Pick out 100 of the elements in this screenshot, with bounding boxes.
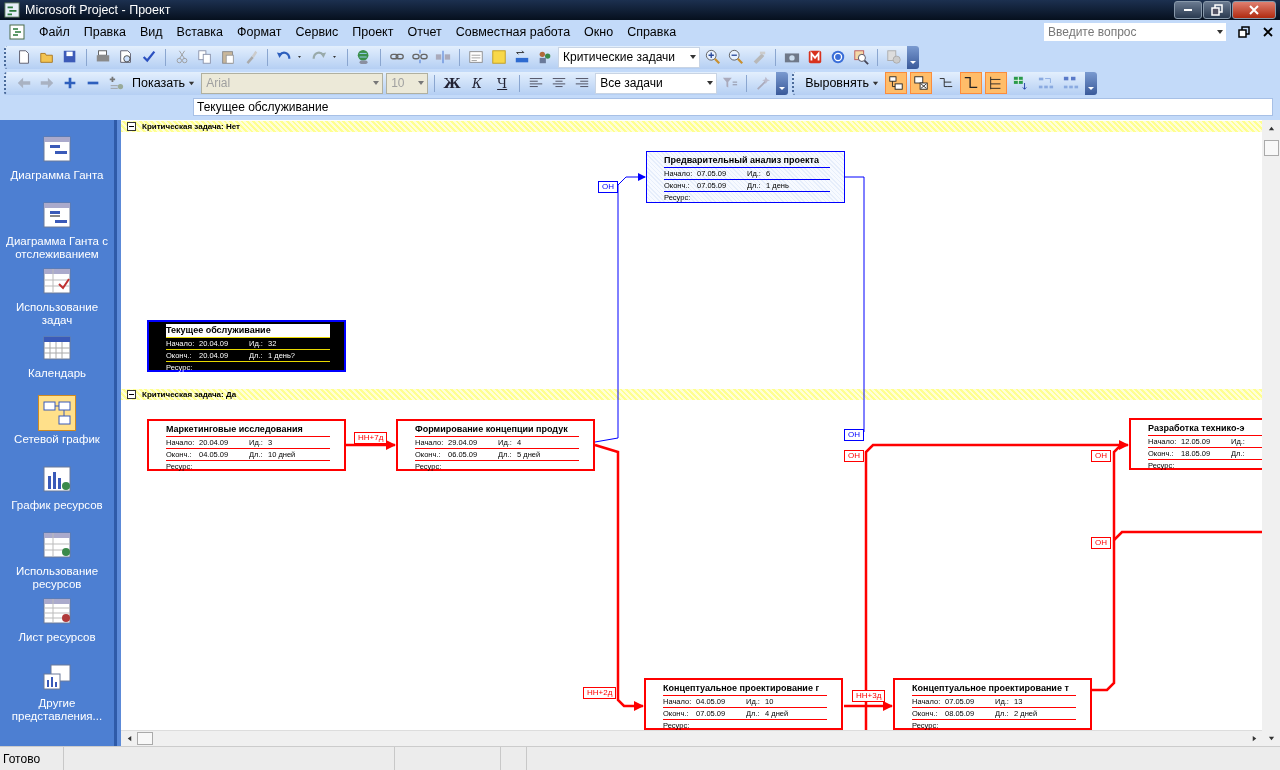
- tracking-gantt-icon: [41, 200, 73, 230]
- layout-toggle-button[interactable]: [959, 72, 982, 94]
- document-icon[interactable]: [8, 23, 26, 41]
- window-title: Microsoft Project - Проект: [25, 3, 171, 17]
- people-icon[interactable]: [537, 49, 553, 65]
- help-search-field[interactable]: Введите вопрос: [1044, 23, 1214, 41]
- task-usage-icon: [41, 266, 73, 296]
- view-bar-item[interactable]: Диаграмма Ганта: [0, 130, 114, 196]
- close-button[interactable]: [1232, 1, 1276, 19]
- toolbar-options-icon[interactable]: [776, 71, 789, 95]
- minimize-button[interactable]: [1174, 1, 1202, 19]
- link-label: ОН: [1091, 450, 1111, 462]
- copy-icon[interactable]: [197, 49, 213, 65]
- toolbar-options-icon[interactable]: [907, 45, 919, 69]
- layout-toggle-button[interactable]: [884, 72, 907, 94]
- menu-item[interactable]: Отчет: [400, 25, 449, 39]
- menu-item[interactable]: Вставка: [169, 25, 231, 39]
- zoom-in-icon[interactable]: [705, 49, 721, 65]
- menu-item[interactable]: Формат: [230, 25, 289, 39]
- box-layout-icon: [887, 75, 904, 91]
- menu-item[interactable]: Вид: [132, 25, 170, 39]
- layout-toggle-button[interactable]: [909, 72, 932, 94]
- scroll-up-icon[interactable]: [1267, 124, 1275, 132]
- link-label: НН+3д: [852, 690, 886, 702]
- view-bar-item[interactable]: Другие представления...: [0, 658, 114, 724]
- link-label: ОН: [1091, 537, 1111, 549]
- scroll-thumb[interactable]: [1263, 140, 1279, 156]
- dropdown-arrow-icon: [416, 79, 425, 87]
- link-label: ОН: [598, 181, 618, 193]
- view-filter-dropdown[interactable]: Критические задачи: [558, 46, 700, 68]
- resource-sheet-icon: [41, 596, 73, 626]
- resource-usage-icon: [41, 530, 73, 560]
- link-line: [346, 440, 396, 450]
- print-preview-icon[interactable]: [118, 49, 134, 65]
- scroll-left-icon[interactable]: [125, 735, 133, 742]
- view-bar-item[interactable]: Использование ресурсов: [0, 526, 114, 592]
- dropdown-arrow-icon[interactable]: [1216, 28, 1224, 36]
- app-icon: [4, 2, 20, 18]
- view-bar-item[interactable]: Лист ресурсов: [0, 592, 114, 658]
- close-icon[interactable]: [1262, 26, 1274, 38]
- link-label: ОН: [844, 429, 864, 441]
- scroll-right-icon[interactable]: [1250, 735, 1258, 742]
- layout-toggle-button[interactable]: [984, 72, 1007, 94]
- menu-item[interactable]: Совместная работа: [448, 25, 578, 39]
- status-text: Готово: [2, 751, 42, 766]
- help-icon[interactable]: [830, 49, 846, 65]
- task-filter-dropdown[interactable]: Все задачи: [595, 72, 718, 94]
- bold-button[interactable]: Ж: [441, 75, 464, 91]
- italic-button[interactable]: К: [466, 75, 489, 91]
- view-bar-item[interactable]: График ресурсов: [0, 460, 114, 526]
- unlink-icon[interactable]: [412, 49, 428, 65]
- paste-icon[interactable]: [220, 49, 236, 65]
- menu-item[interactable]: Проект: [345, 25, 401, 39]
- show-button[interactable]: Показать: [129, 76, 199, 90]
- gantt-chart-icon: [41, 134, 73, 164]
- table-icon: [1012, 75, 1029, 91]
- dropdown-arrow-icon: [371, 79, 380, 87]
- task-name: Концептуальное проектирование т: [912, 682, 1076, 696]
- scroll-thumb[interactable]: [137, 732, 153, 745]
- plus-icon[interactable]: [62, 75, 78, 91]
- new-document-icon[interactable]: [16, 49, 32, 65]
- menu-item[interactable]: Правка: [76, 25, 133, 39]
- view-bar-item[interactable]: Использование задач: [0, 262, 114, 328]
- zoom-out-icon[interactable]: [728, 49, 744, 65]
- views-icon: [41, 662, 73, 692]
- view-bar-item[interactable]: Календарь: [0, 328, 114, 394]
- spelling-icon[interactable]: [141, 49, 157, 65]
- m-logo-icon[interactable]: [807, 49, 823, 65]
- entry-field[interactable]: Текущее обслуживание: [193, 98, 1273, 116]
- view-bar-item[interactable]: Сетевой график: [0, 394, 114, 460]
- scroll-down-icon[interactable]: [1267, 734, 1275, 742]
- toolbar-options-icon[interactable]: [1084, 71, 1097, 95]
- save-icon[interactable]: [62, 49, 78, 65]
- menu-item[interactable]: Справка: [620, 25, 684, 39]
- task-name: Предварительный анализ проекта: [664, 154, 830, 168]
- caret-icon: [188, 79, 196, 87]
- align-button[interactable]: Выровнять: [802, 76, 882, 90]
- group-header: Критическая задача: Да: [121, 389, 1262, 400]
- link-label: НН+2д: [583, 687, 617, 699]
- view-bar-item[interactable]: Диаграмма Ганта с отслеживанием: [0, 196, 114, 262]
- outline-icon[interactable]: [108, 75, 124, 91]
- notes-icon[interactable]: [468, 49, 484, 65]
- restore-button[interactable]: [1203, 1, 1231, 19]
- link-line-icon: [962, 75, 979, 91]
- restore-icon: [1211, 4, 1223, 16]
- menu-item[interactable]: Окно: [577, 25, 621, 39]
- menu-item[interactable]: Файл: [32, 25, 77, 39]
- group-header: Критическая задача: Нет: [121, 121, 1262, 132]
- restore-icon[interactable]: [1238, 26, 1250, 38]
- bar-chart-icon: [41, 464, 73, 494]
- menu-item[interactable]: Сервис: [288, 25, 346, 39]
- dropdown-arrow-icon: [688, 53, 697, 61]
- task-name: Маркетинговые исследования: [166, 423, 330, 437]
- dropdown-arrow-icon: [705, 79, 714, 87]
- task-name: Текущее обслуживание: [166, 324, 330, 338]
- task-name: Формирование концепции продук: [415, 423, 579, 437]
- underline-button[interactable]: Ч: [491, 75, 514, 91]
- magnifier-icon[interactable]: [853, 49, 869, 65]
- vertical-scrollbar[interactable]: [1262, 120, 1280, 746]
- horizontal-scrollbar[interactable]: [121, 730, 1262, 746]
